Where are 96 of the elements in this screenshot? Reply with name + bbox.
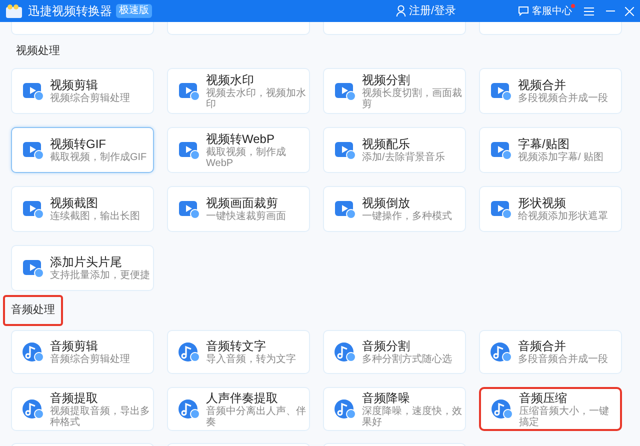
app-logo-icon bbox=[6, 4, 22, 18]
tool-card[interactable]: 音频剪辑 音频综合剪辑处理 bbox=[11, 330, 154, 374]
video-icon bbox=[22, 80, 44, 102]
card-title: 添加片头片尾 bbox=[50, 255, 123, 270]
card-subtitle: 压缩音频大小，一键搞定 bbox=[519, 406, 610, 428]
music-note-icon bbox=[334, 341, 356, 363]
tool-card[interactable]: 视频转GIF 截取视频，制作成GIF bbox=[11, 127, 154, 173]
card-title: 视频合并 bbox=[518, 78, 567, 92]
tool-card[interactable]: 音频转文字 导入音频，转为文字 bbox=[167, 330, 310, 374]
card-title: 视频画面裁剪 bbox=[206, 196, 279, 210]
music-note-icon bbox=[491, 398, 513, 420]
tool-card[interactable]: 视频分割 视频长度切割，画面裁剪 bbox=[323, 68, 466, 114]
card-subtitle: 一键快速裁剪画面 bbox=[206, 211, 286, 222]
video-icon bbox=[22, 139, 44, 161]
tool-card[interactable]: 添加片头片尾 支持批量添加，更便捷 bbox=[11, 245, 154, 291]
card-title: 音频合并 bbox=[518, 339, 567, 354]
card-subtitle: 多段视频合并成一段 bbox=[518, 93, 608, 104]
card-subtitle: 视频添加字幕/ 贴图 bbox=[518, 152, 604, 163]
card-subtitle: 一键操作，多种模式 bbox=[362, 211, 452, 222]
tool-card[interactable]: 视频合并 多段视频合并成一段 bbox=[479, 68, 622, 114]
video-icon bbox=[334, 80, 356, 102]
video-icon bbox=[334, 139, 356, 161]
tool-card[interactable]: 视频水印 视频去水印，视频加水印 bbox=[167, 68, 310, 114]
card-title: 视频水印 bbox=[206, 72, 255, 88]
card-subtitle: 视频长度切割，画面裁剪 bbox=[362, 88, 462, 110]
music-note-icon bbox=[22, 341, 44, 363]
card-title: 音频降噪 bbox=[362, 390, 411, 406]
card-title: 字幕/贴图 bbox=[518, 137, 570, 152]
card-subtitle: 多段音频合并成一段 bbox=[518, 354, 608, 365]
tool-card[interactable]: 视频剪辑 视频综合剪辑处理 bbox=[11, 68, 154, 114]
music-note-icon bbox=[334, 398, 356, 420]
video-icon bbox=[178, 198, 200, 220]
tool-card[interactable]: 音频分割 多种分割方式随心选 bbox=[323, 330, 466, 374]
card-subtitle: 连续截图，输出长图 bbox=[50, 211, 140, 222]
card-subtitle: 导入音频，转为文字 bbox=[206, 354, 296, 365]
card-title: 视频倒放 bbox=[362, 196, 411, 210]
card-subtitle: 音频综合剪辑处理 bbox=[50, 354, 130, 365]
tool-card[interactable]: 视频画面裁剪 一键快速裁剪画面 bbox=[167, 186, 310, 232]
video-icon bbox=[334, 198, 356, 220]
tool-card[interactable]: 音频提取 视频提取音频，导出多种格式 bbox=[11, 387, 154, 431]
card-subtitle: 多种分割方式随心选 bbox=[362, 354, 452, 365]
card-title: 音频分割 bbox=[362, 339, 411, 354]
section-title: 音频处理 bbox=[3, 295, 63, 326]
card-title: 人声伴奏提取 bbox=[206, 390, 279, 406]
music-note-icon bbox=[22, 398, 44, 420]
card-subtitle: 音频中分离出人声、伴奏 bbox=[206, 406, 306, 428]
card-title: 视频剪辑 bbox=[50, 78, 99, 92]
tool-card[interactable]: 字幕/贴图 视频添加字幕/ 贴图 bbox=[479, 127, 622, 173]
login-button[interactable]: 注册/登录 bbox=[396, 2, 456, 20]
card-title: 音频提取 bbox=[50, 390, 99, 406]
card-title: 形状视频 bbox=[518, 196, 567, 210]
video-icon bbox=[178, 80, 200, 102]
video-icon bbox=[22, 257, 44, 279]
card-title: 音频压缩 bbox=[519, 390, 568, 406]
minimize-icon[interactable] bbox=[606, 10, 615, 12]
tool-card[interactable]: 音频降噪 深度降噪，速度快，效果好 bbox=[323, 387, 466, 431]
card-title: 视频配乐 bbox=[362, 137, 411, 152]
music-note-icon bbox=[490, 341, 512, 363]
card-title: 音频转文字 bbox=[206, 339, 267, 354]
tool-card[interactable]: 人声伴奏提取 音频中分离出人声、伴奏 bbox=[167, 387, 310, 431]
card-subtitle: 截取视频，制作成WebP bbox=[206, 146, 287, 168]
card-subtitle: 视频去水印，视频加水印 bbox=[206, 88, 306, 110]
card-title: 视频分割 bbox=[362, 72, 411, 88]
video-icon bbox=[178, 139, 200, 161]
tool-card[interactable]: 音频压缩 压缩音频大小，一键搞定 bbox=[479, 387, 622, 431]
music-note-icon bbox=[178, 341, 200, 363]
card-subtitle: 视频提取音频，导出多种格式 bbox=[50, 406, 150, 428]
video-icon bbox=[490, 80, 512, 102]
card-title: 视频转WebP bbox=[206, 132, 276, 146]
video-icon bbox=[490, 198, 512, 220]
video-icon bbox=[22, 198, 44, 220]
close-icon[interactable] bbox=[625, 6, 634, 16]
card-title: 视频转GIF bbox=[50, 137, 107, 152]
customer-service-button[interactable]: 客服中心 bbox=[518, 4, 572, 18]
music-note-icon bbox=[178, 398, 200, 420]
section-title: 视频处理 bbox=[15, 44, 61, 60]
card-subtitle: 视频综合剪辑处理 bbox=[50, 93, 130, 104]
edition-badge: 极速版 bbox=[116, 4, 152, 18]
menu-icon[interactable] bbox=[584, 6, 594, 16]
card-subtitle: 给视频添加形状遮罩 bbox=[518, 211, 608, 222]
card-title: 视频截图 bbox=[50, 196, 99, 210]
tool-card[interactable]: 视频截图 连续截图，输出长图 bbox=[11, 186, 154, 232]
card-subtitle: 支持批量添加，更便捷 bbox=[50, 270, 150, 281]
app-name: 迅捷视频转换器 bbox=[28, 3, 112, 20]
user-icon bbox=[396, 5, 406, 17]
card-subtitle: 截取视频，制作成GIF bbox=[50, 152, 147, 163]
tool-card[interactable]: 视频配乐 添加/去除背景音乐 bbox=[323, 127, 466, 173]
card-title: 音频剪辑 bbox=[50, 339, 99, 354]
tool-card[interactable]: 形状视频 给视频添加形状遮罩 bbox=[479, 186, 622, 232]
video-icon bbox=[490, 139, 512, 161]
chat-bubble-icon bbox=[518, 6, 529, 16]
tool-card[interactable]: 视频倒放 一键操作，多种模式 bbox=[323, 186, 466, 232]
card-subtitle: 添加/去除背景音乐 bbox=[362, 152, 445, 163]
tool-card[interactable]: 视频转WebP 截取视频，制作成WebP bbox=[167, 127, 310, 173]
card-subtitle: 深度降噪，速度快，效果好 bbox=[362, 406, 462, 428]
tool-card[interactable]: 音频合并 多段音频合并成一段 bbox=[479, 330, 622, 374]
